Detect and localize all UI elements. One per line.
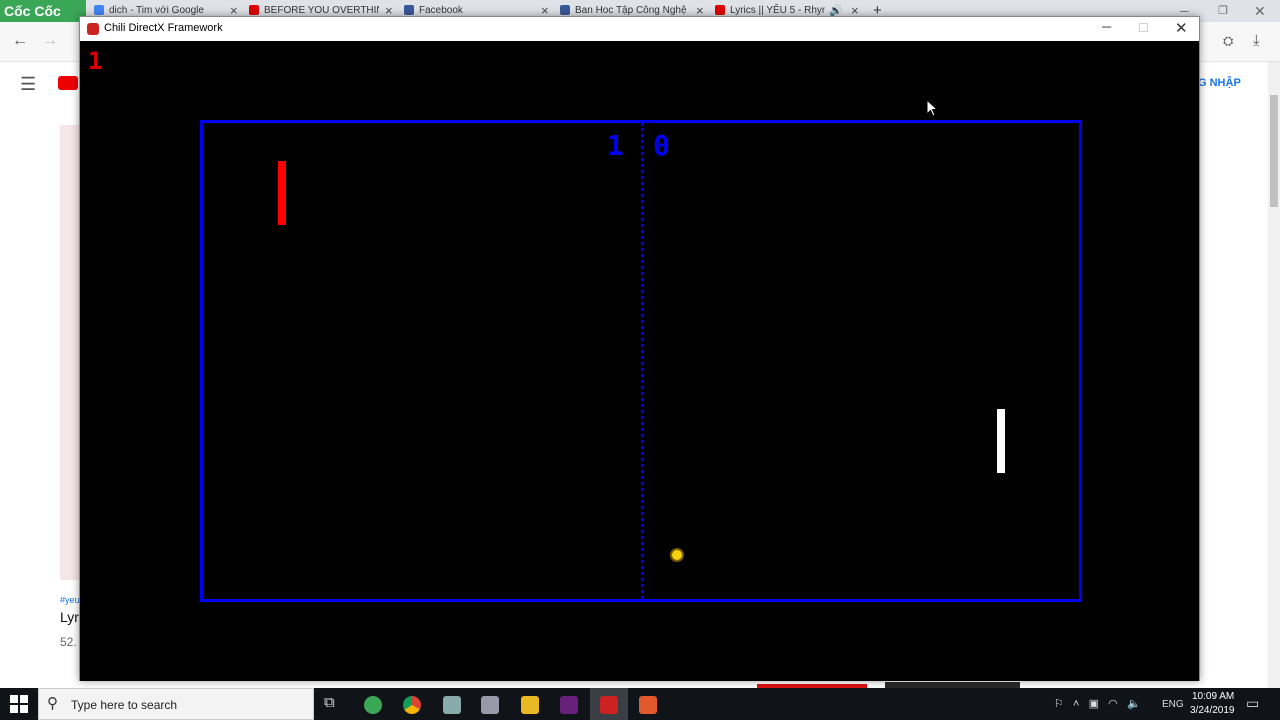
maximize-icon[interactable]: ☐ [1138,21,1149,35]
settings-app-icon[interactable] [481,696,499,714]
center-net [641,123,644,599]
paddle-left [278,161,286,225]
youtube-icon [249,5,259,16]
window-title: Chili DirectX Framework [104,22,223,34]
notification-icon[interactable]: ▭ [1246,695,1259,712]
chili-app-icon[interactable] [600,696,618,714]
scrollbar-thumb[interactable] [1270,95,1278,207]
search-icon: ⚲ [47,695,58,712]
clock-date[interactable]: 3/24/2019 [1190,705,1235,716]
tab-title: dich - Tim với Google [109,5,204,16]
visual-studio-icon[interactable] [560,696,578,714]
language-indicator[interactable]: ENG [1162,699,1184,710]
clock-time[interactable]: 10:09 AM [1192,691,1234,702]
chili-app-icon [87,23,99,35]
ball [670,548,684,562]
score-right: 0 [653,129,670,162]
facebook-icon [560,5,570,16]
debug-counter: 1 [88,47,103,75]
video-hashtag[interactable]: #yeu [60,595,80,605]
mouse-cursor-icon [926,98,939,122]
forward-arrow-icon[interactable]: → [42,32,58,50]
coccoc-logo[interactable]: Cốc Cốc [0,0,86,22]
tab-title: Ban Hoc Tập Công Nghệ [575,5,687,16]
windows-start-icon[interactable] [10,695,28,713]
snip-icon[interactable] [639,696,657,714]
game-window: Chili DirectX Framework ─ ☐ ✕ 1 1 0 [79,16,1200,681]
task-view-icon[interactable]: ⧉ [324,694,335,711]
tab-title: Facebook [419,5,463,16]
video-views: 52. [60,635,77,649]
extensions-icon[interactable]: ⛭ [1223,33,1233,49]
video-title[interactable]: Lyr [60,609,79,625]
window-titlebar[interactable]: Chili DirectX Framework ─ ☐ ✕ [80,17,1199,41]
folder-icon[interactable] [521,696,539,714]
system-tray-icons[interactable]: ⚐ ˄ ▣ ◠ 🔈 [1054,697,1141,710]
google-icon [94,5,104,16]
search-placeholder: Type here to search [71,698,178,712]
minimize-icon[interactable]: ─ [1102,19,1111,34]
login-link[interactable]: G NHẬP [1198,77,1241,89]
tab-title: BEFORE YOU OVERTHINK [264,5,379,16]
coccoc-icon[interactable] [364,696,382,714]
score-left: 1 [607,129,624,162]
tab-title: Lyrics || YÊU 5 - Rhym [730,5,825,16]
youtube-icon [715,5,725,16]
chrome-icon[interactable] [403,696,421,714]
download-icon[interactable]: ⤓ [1253,32,1260,49]
court-border: 1 0 [200,120,1082,602]
paddle-right [997,409,1005,473]
restore-icon[interactable]: ❐ [1218,0,1228,22]
close-icon[interactable]: ✕ [1175,19,1188,37]
facebook-icon [404,5,414,16]
youtube-logo[interactable] [58,76,78,90]
hamburger-menu-icon[interactable]: ☰ [20,74,36,95]
game-canvas[interactable]: 1 1 0 [80,41,1199,681]
close-icon[interactable]: ✕ [1254,0,1266,22]
back-arrow-icon[interactable]: ← [12,32,28,50]
paint-icon[interactable] [443,696,461,714]
